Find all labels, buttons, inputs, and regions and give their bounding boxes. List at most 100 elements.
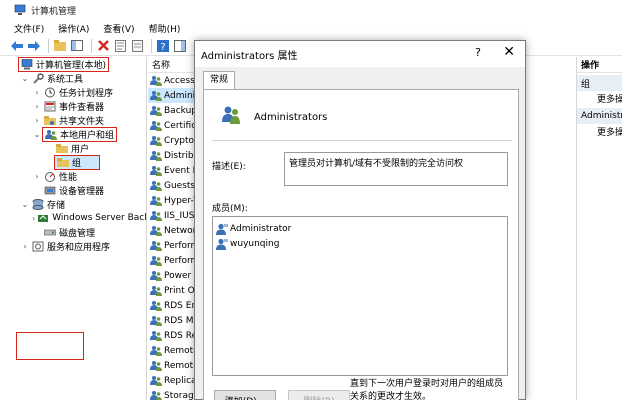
menu-action[interactable]: 操作(A)	[58, 22, 89, 35]
tree-item-content[interactable]: 共享文件夹	[42, 114, 106, 127]
tree-item[interactable]: › 任务计划程序	[8, 85, 146, 99]
list-item[interactable]: Perform	[148, 238, 194, 253]
list-item[interactable]: Remote	[148, 343, 194, 358]
list-item-label: Backup	[164, 105, 194, 116]
tree-item[interactable]: ⌄ 系统工具	[8, 71, 146, 85]
description-field[interactable]: 管理员对计算机/域有不受限制的完全访问权	[284, 152, 508, 186]
tree-item[interactable]: 磁盘管理	[8, 225, 146, 239]
tree-item[interactable]: › Windows Server Back	[8, 211, 146, 225]
back-button[interactable]	[10, 39, 24, 53]
up-folder-button[interactable]	[53, 39, 67, 53]
chevron-right-icon[interactable]: ›	[32, 102, 42, 111]
more-actions-administrators[interactable]: 更多操作	[577, 124, 622, 139]
list-item-label: IIS_IUSR	[164, 210, 194, 221]
list-item[interactable]: Event Lo	[148, 163, 194, 178]
tree-item[interactable]: › 事件查看器	[8, 99, 146, 113]
list-item[interactable]: Distribu	[148, 148, 194, 163]
tree-item-content[interactable]: 系统工具	[30, 72, 85, 85]
group-icon	[150, 105, 162, 116]
menu-help[interactable]: 帮助(H)	[149, 22, 181, 35]
tree-item-content[interactable]: 组	[54, 154, 101, 170]
list-item[interactable]: Cryptog	[148, 133, 194, 148]
tree-item[interactable]: 计算机管理(本地)	[8, 57, 146, 72]
tree-item[interactable]: ⌄ 本地用户和组	[8, 126, 146, 142]
tab-general[interactable]: 常规	[203, 71, 236, 89]
tree-item-content[interactable]: 磁盘管理	[42, 226, 97, 239]
list-item[interactable]: Power U	[148, 268, 194, 283]
list-item[interactable]: Hyper-V	[148, 193, 194, 208]
arrow-right-icon	[28, 40, 40, 51]
list-item-label: Event Lo	[164, 165, 194, 176]
tree-item[interactable]: 组	[8, 154, 146, 170]
group-icon	[150, 270, 162, 281]
tree-item-content[interactable]: 计算机管理(本地)	[18, 57, 110, 72]
device-manager-icon	[44, 185, 56, 196]
list-item-label: Storage	[164, 390, 194, 400]
chevron-down-icon[interactable]: ⌄	[32, 130, 42, 139]
menu-file[interactable]: 文件(F)	[14, 22, 44, 35]
tree-item-content[interactable]: 设备管理器	[42, 184, 106, 197]
chevron-right-icon[interactable]: ›	[32, 88, 42, 97]
actions-section-administrators[interactable]: Administra	[577, 108, 622, 124]
tree-view-icon	[71, 40, 83, 51]
actions-section-groups[interactable]: 组	[577, 75, 622, 91]
chevron-down-icon[interactable]: ⌄	[20, 200, 30, 209]
list-item[interactable]: IIS_IUSR	[148, 208, 194, 223]
member-item[interactable]: wuyunqing	[215, 236, 505, 251]
chevron-down-icon[interactable]: ⌄	[20, 74, 30, 83]
properties-button[interactable]	[113, 39, 127, 53]
list-item[interactable]: Storage	[148, 388, 194, 400]
tree-item[interactable]: › 性能	[8, 169, 146, 183]
chevron-right-icon[interactable]: ›	[20, 242, 30, 251]
tree-item-content[interactable]: Windows Server Back	[35, 213, 146, 224]
list-item[interactable]: Perform	[148, 253, 194, 268]
tree-item-content[interactable]: 性能	[42, 170, 79, 183]
list-item[interactable]: Backup	[148, 103, 194, 118]
dialog-close-button[interactable]: ✕	[503, 44, 515, 60]
list-item[interactable]: Replicat	[148, 373, 194, 388]
list-item[interactable]: Adminis	[148, 88, 194, 103]
list-item[interactable]: Certifica	[148, 118, 194, 133]
members-list[interactable]: Administrator wuyunqing	[212, 216, 508, 376]
forward-button[interactable]	[27, 39, 41, 53]
list-item[interactable]: RDS Re	[148, 328, 194, 343]
chevron-right-icon[interactable]: ›	[32, 116, 42, 125]
list-item[interactable]: Access	[148, 73, 194, 88]
group-icon	[150, 255, 162, 266]
tree-item-content[interactable]: 本地用户和组	[42, 126, 118, 142]
list-item[interactable]: RDS Ma	[148, 313, 194, 328]
tree-item[interactable]: 设备管理器	[8, 183, 146, 197]
tree-item[interactable]: › 共享文件夹	[8, 113, 146, 127]
menu-view[interactable]: 查看(V)	[103, 22, 134, 35]
remove-button[interactable]: 删除(R)	[288, 390, 350, 400]
group-icon	[150, 360, 162, 371]
pane-divider[interactable]	[146, 57, 147, 400]
tree-item[interactable]: 用户	[8, 141, 146, 155]
action-pane-button[interactable]	[173, 39, 187, 53]
help-button[interactable]: ?	[156, 39, 170, 53]
member-item[interactable]: Administrator	[215, 221, 505, 236]
show-tree-button[interactable]	[70, 39, 84, 53]
list-item[interactable]: Remote	[148, 358, 194, 373]
groups-list: 名称 Access Adminis Backup Certifica Cryptog Di…	[148, 57, 194, 400]
more-actions-groups[interactable]: 更多操作	[577, 91, 622, 106]
tree-item-content[interactable]: 用户	[54, 142, 91, 155]
column-header-name[interactable]: 名称	[148, 57, 194, 73]
list-item[interactable]: Print Op	[148, 283, 194, 298]
tree-item-content[interactable]: 存储	[30, 198, 67, 211]
group-icon	[150, 375, 162, 386]
tree-item[interactable]: › 服务和应用程序	[8, 239, 146, 253]
add-button[interactable]: 添加(D)...	[214, 390, 276, 400]
export-button[interactable]	[130, 39, 144, 53]
tree-item-content[interactable]: 任务计划程序	[42, 86, 115, 99]
list-item[interactable]: RDS En	[148, 298, 194, 313]
tree-item-content[interactable]: 事件查看器	[42, 100, 106, 113]
dialog-help-button[interactable]: ?	[475, 46, 481, 59]
list-item[interactable]: Networ	[148, 223, 194, 238]
tree-item-content[interactable]: 服务和应用程序	[30, 240, 112, 253]
folder-icon	[57, 157, 69, 168]
list-item[interactable]: Guests	[148, 178, 194, 193]
tree-item[interactable]: ⌄ 存储	[8, 197, 146, 211]
chevron-right-icon[interactable]: ›	[32, 172, 42, 181]
delete-button[interactable]	[96, 39, 110, 53]
